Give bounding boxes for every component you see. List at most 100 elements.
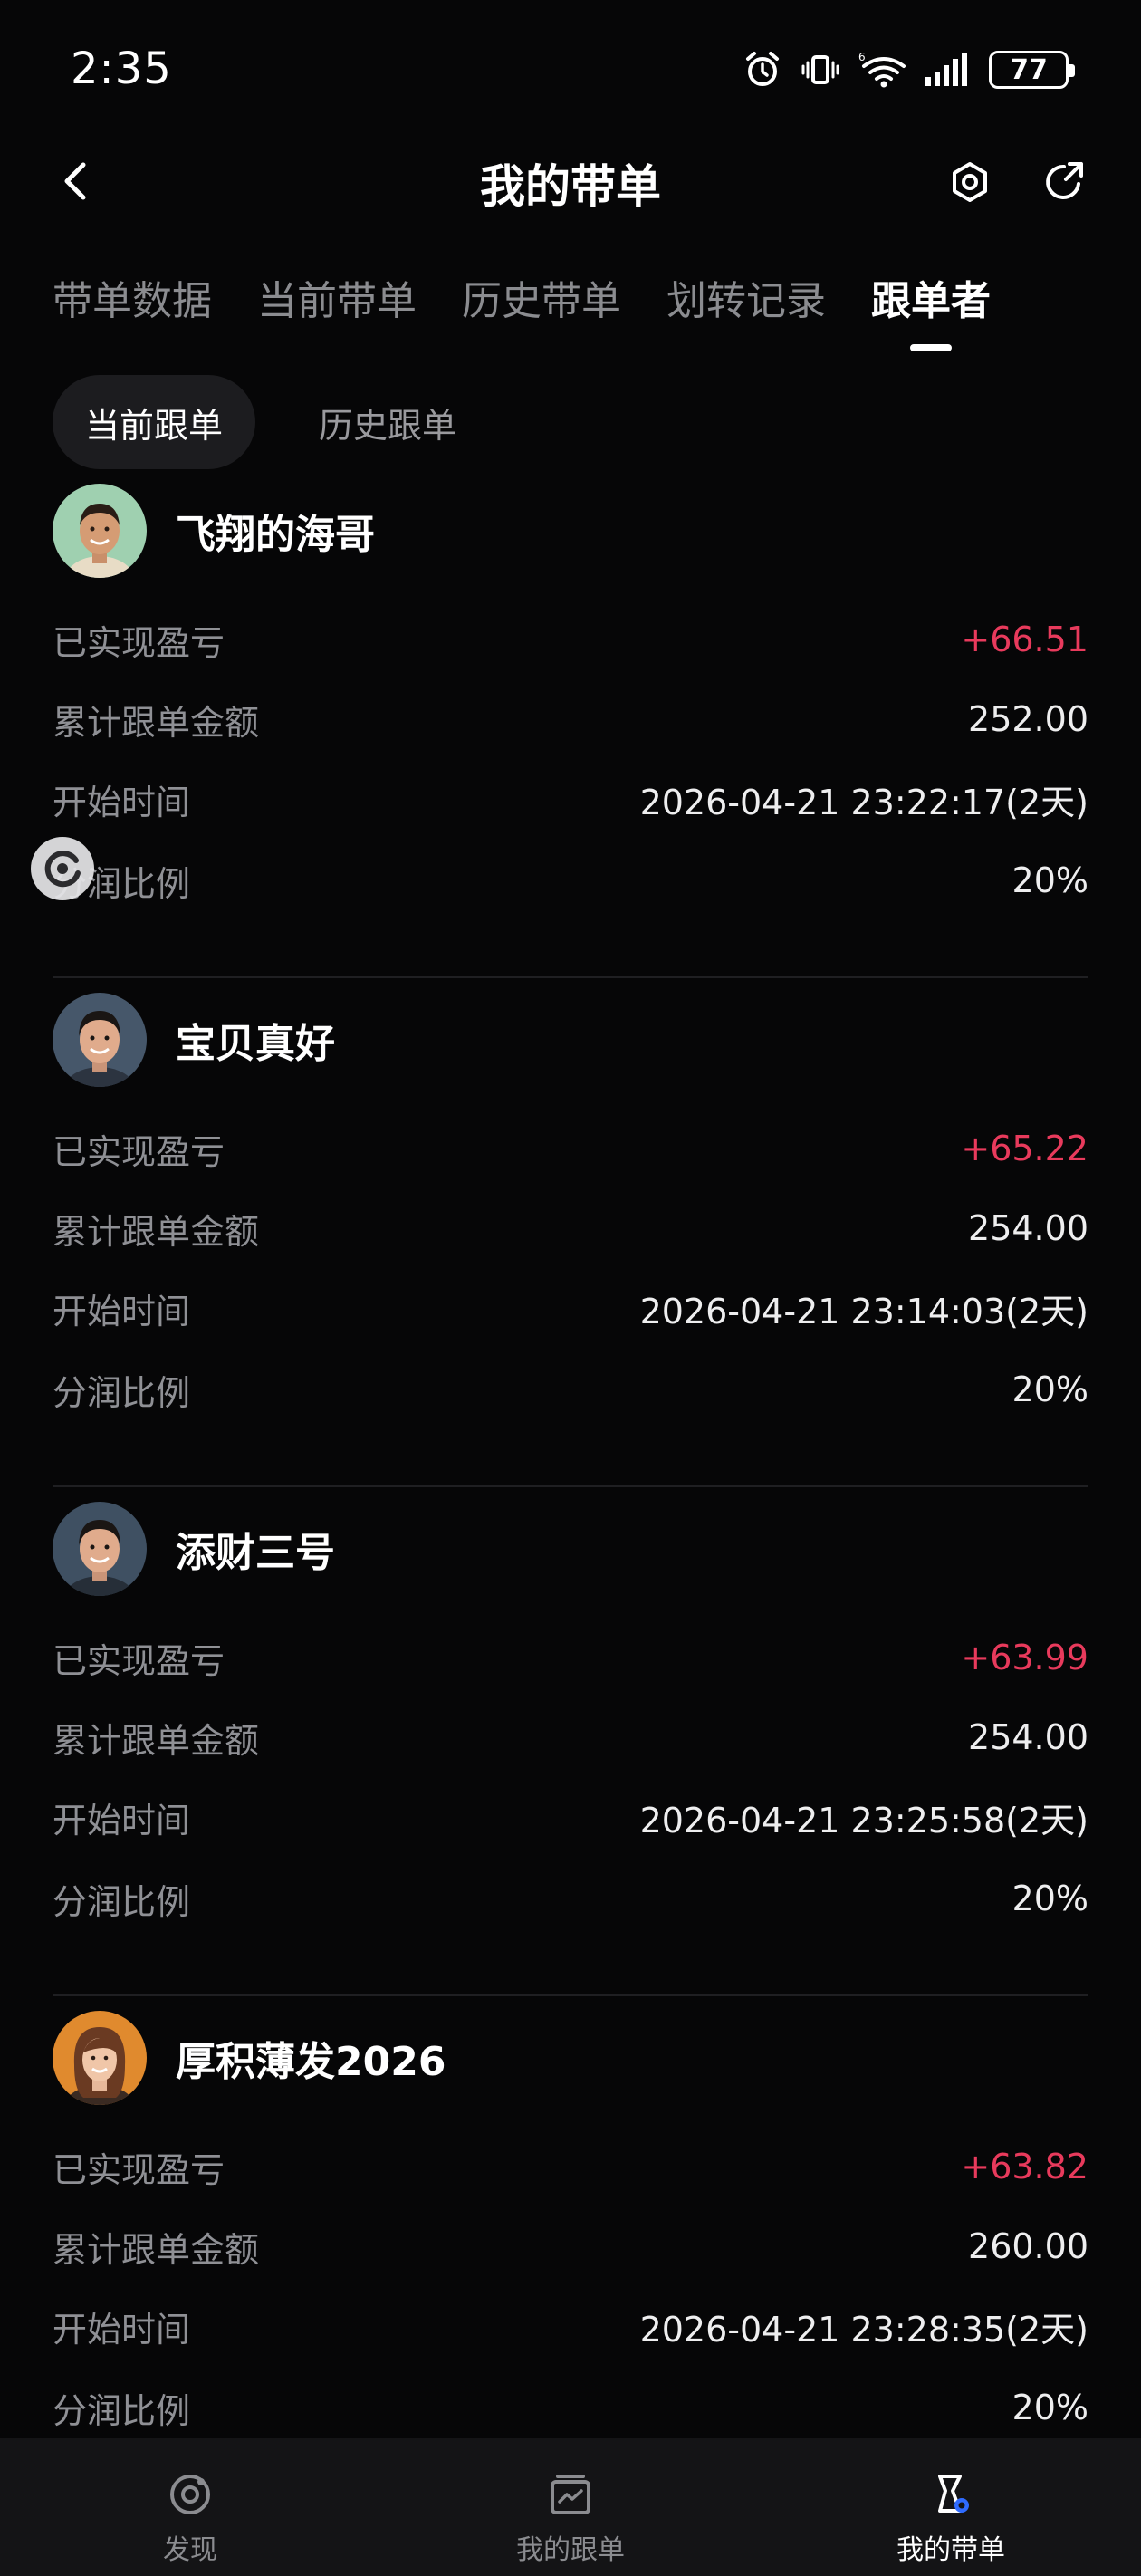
total-amount-row: 累计跟单金额 252.00 bbox=[53, 692, 1088, 746]
floating-assistant-button[interactable] bbox=[31, 837, 94, 900]
total-amount-value: 260.00 bbox=[968, 2226, 1088, 2266]
wifi-icon: 6 bbox=[858, 50, 906, 90]
start-time-value: 2026-04-21 23:25:58(2天) bbox=[639, 1800, 1088, 1841]
start-time-row: 开始时间 2026-04-21 23:25:58(2天) bbox=[53, 1790, 1088, 1844]
follower-card[interactable]: 宝贝真好 已实现盈亏 +65.22 累计跟单金额 254.00 开始时间 202… bbox=[0, 978, 1141, 1487]
alarm-icon bbox=[743, 50, 782, 90]
subtab-current-follow[interactable]: 当前跟单 bbox=[53, 375, 256, 469]
total-amount-row: 累计跟单金额 260.00 bbox=[53, 2219, 1088, 2273]
start-time-row: 开始时间 2026-04-21 23:14:03(2天) bbox=[53, 1281, 1088, 1335]
bottom-nav-discover[interactable]: 发现 bbox=[0, 2438, 380, 2576]
realized-pnl-label: 已实现盈亏 bbox=[53, 1640, 225, 1681]
avatar bbox=[53, 484, 147, 578]
realized-pnl-value: +65.22 bbox=[961, 1129, 1088, 1168]
realized-pnl-label: 已实现盈亏 bbox=[53, 2149, 225, 2190]
share-ratio-row: 分润比例 20% bbox=[53, 1871, 1088, 1926]
share-ratio-label: 分润比例 bbox=[53, 1372, 191, 1413]
total-amount-value: 254.00 bbox=[968, 1717, 1088, 1757]
avatar bbox=[53, 1502, 147, 1596]
share-icon bbox=[1046, 162, 1083, 199]
subtab-history-follow[interactable]: 历史跟单 bbox=[286, 375, 489, 469]
bottom-nav-my-lead-trades[interactable]: 我的带单 bbox=[761, 2438, 1141, 2576]
follower-name: 添财三号 bbox=[176, 1530, 335, 1576]
follower-header: 宝贝真好 bbox=[53, 993, 335, 1087]
follower-card[interactable]: 飞翔的海哥 已实现盈亏 +66.51 累计跟单金额 252.00 开始时间 20… bbox=[0, 469, 1141, 978]
follower-card[interactable]: 厚积薄发2026 已实现盈亏 +63.82 累计跟单金额 260.00 开始时间… bbox=[0, 1996, 1141, 2505]
start-time-row: 开始时间 2026-04-21 23:22:17(2天) bbox=[53, 772, 1088, 826]
discover-icon bbox=[170, 2475, 210, 2514]
settings-button[interactable] bbox=[942, 154, 998, 210]
realized-pnl-label: 已实现盈亏 bbox=[53, 1131, 225, 1172]
start-time-label: 开始时间 bbox=[53, 782, 191, 822]
share-ratio-value: 20% bbox=[1012, 1370, 1088, 1409]
bottom-nav-label: 我的带单 bbox=[896, 2534, 1005, 2566]
gear-icon bbox=[953, 162, 987, 202]
copy-trade-icon bbox=[551, 2475, 590, 2514]
realized-pnl-label: 已实现盈亏 bbox=[53, 622, 225, 663]
follower-name: 宝贝真好 bbox=[176, 1021, 335, 1067]
realized-pnl-value: +63.99 bbox=[961, 1638, 1088, 1677]
share-ratio-value: 20% bbox=[1012, 1879, 1088, 1918]
nav-bar: 我的带单 bbox=[0, 136, 1141, 226]
tab-followers[interactable]: 跟单者 bbox=[871, 264, 991, 364]
share-button[interactable] bbox=[1036, 154, 1092, 210]
follower-name: 飞翔的海哥 bbox=[176, 512, 375, 558]
bottom-nav: 发现 我的跟单 我的带单 bbox=[0, 2438, 1141, 2576]
start-time-label: 开始时间 bbox=[53, 2309, 191, 2350]
start-time-label: 开始时间 bbox=[53, 1291, 191, 1331]
follower-header: 飞翔的海哥 bbox=[53, 484, 375, 578]
battery-icon: 77 bbox=[989, 51, 1075, 89]
total-amount-label: 累计跟单金额 bbox=[53, 2229, 260, 2270]
share-ratio-label: 分润比例 bbox=[53, 1881, 191, 1922]
bottom-nav-my-copy-trades[interactable]: 我的跟单 bbox=[380, 2438, 761, 2576]
total-amount-value: 254.00 bbox=[968, 1208, 1088, 1248]
share-ratio-value: 20% bbox=[1012, 2388, 1088, 2427]
realized-pnl-value: +66.51 bbox=[961, 620, 1088, 659]
start-time-value: 2026-04-21 23:22:17(2天) bbox=[639, 782, 1088, 822]
realized-pnl-value: +63.82 bbox=[961, 2147, 1088, 2187]
sub-tabs: 当前跟单 历史跟单 bbox=[53, 375, 489, 469]
share-ratio-row: 分润比例 20% bbox=[53, 853, 1088, 908]
start-time-value: 2026-04-21 23:14:03(2天) bbox=[639, 1291, 1088, 1331]
bottom-nav-label: 我的跟单 bbox=[516, 2534, 625, 2566]
realized-pnl-row: 已实现盈亏 +63.99 bbox=[53, 1630, 1088, 1685]
start-time-value: 2026-04-21 23:28:35(2天) bbox=[639, 2309, 1088, 2350]
active-tab-indicator bbox=[910, 344, 952, 351]
signal-icon bbox=[924, 52, 971, 88]
tab-lead-data[interactable]: 带单数据 bbox=[53, 264, 212, 364]
tab-history-lead[interactable]: 历史带单 bbox=[462, 264, 621, 364]
share-ratio-value: 20% bbox=[1012, 860, 1088, 900]
total-amount-label: 累计跟单金额 bbox=[53, 1211, 260, 1252]
vibrate-icon bbox=[801, 50, 840, 90]
total-amount-row: 累计跟单金额 254.00 bbox=[53, 1710, 1088, 1764]
total-amount-value: 252.00 bbox=[968, 699, 1088, 739]
follower-card[interactable]: 添财三号 已实现盈亏 +63.99 累计跟单金额 254.00 开始时间 202… bbox=[0, 1487, 1141, 1996]
status-time: 2:35 bbox=[71, 43, 172, 94]
tab-transfer-records[interactable]: 划转记录 bbox=[666, 264, 826, 364]
status-bar: 2:35 6 77 bbox=[0, 0, 1141, 136]
bottom-nav-label: 发现 bbox=[163, 2534, 217, 2566]
follower-header: 厚积薄发2026 bbox=[53, 2011, 446, 2105]
tab-followers-label: 跟单者 bbox=[871, 278, 991, 324]
total-amount-label: 累计跟单金额 bbox=[53, 702, 260, 743]
main-tabs: 带单数据 当前带单 历史带单 划转记录 跟单者 bbox=[53, 264, 991, 364]
start-time-label: 开始时间 bbox=[53, 1800, 191, 1841]
avatar bbox=[53, 2011, 147, 2105]
svg-text:6: 6 bbox=[858, 51, 866, 63]
follower-header: 添财三号 bbox=[53, 1502, 335, 1596]
realized-pnl-row: 已实现盈亏 +66.51 bbox=[53, 612, 1088, 667]
follower-name: 厚积薄发2026 bbox=[176, 2039, 446, 2085]
follower-list: 飞翔的海哥 已实现盈亏 +66.51 累计跟单金额 252.00 开始时间 20… bbox=[0, 469, 1141, 2505]
share-ratio-row: 分润比例 20% bbox=[53, 1362, 1088, 1417]
avatar bbox=[53, 993, 147, 1087]
status-icons: 6 77 bbox=[743, 47, 1075, 92]
assistant-icon bbox=[44, 851, 81, 888]
start-time-row: 开始时间 2026-04-21 23:28:35(2天) bbox=[53, 2299, 1088, 2353]
realized-pnl-row: 已实现盈亏 +65.22 bbox=[53, 1121, 1088, 1176]
share-ratio-label: 分润比例 bbox=[53, 2390, 191, 2431]
share-ratio-row: 分润比例 20% bbox=[53, 2380, 1088, 2435]
realized-pnl-row: 已实现盈亏 +63.82 bbox=[53, 2139, 1088, 2194]
battery-level: 77 bbox=[1010, 53, 1048, 86]
lead-trade-icon bbox=[938, 2475, 969, 2513]
tab-current-lead[interactable]: 当前带单 bbox=[257, 264, 417, 364]
